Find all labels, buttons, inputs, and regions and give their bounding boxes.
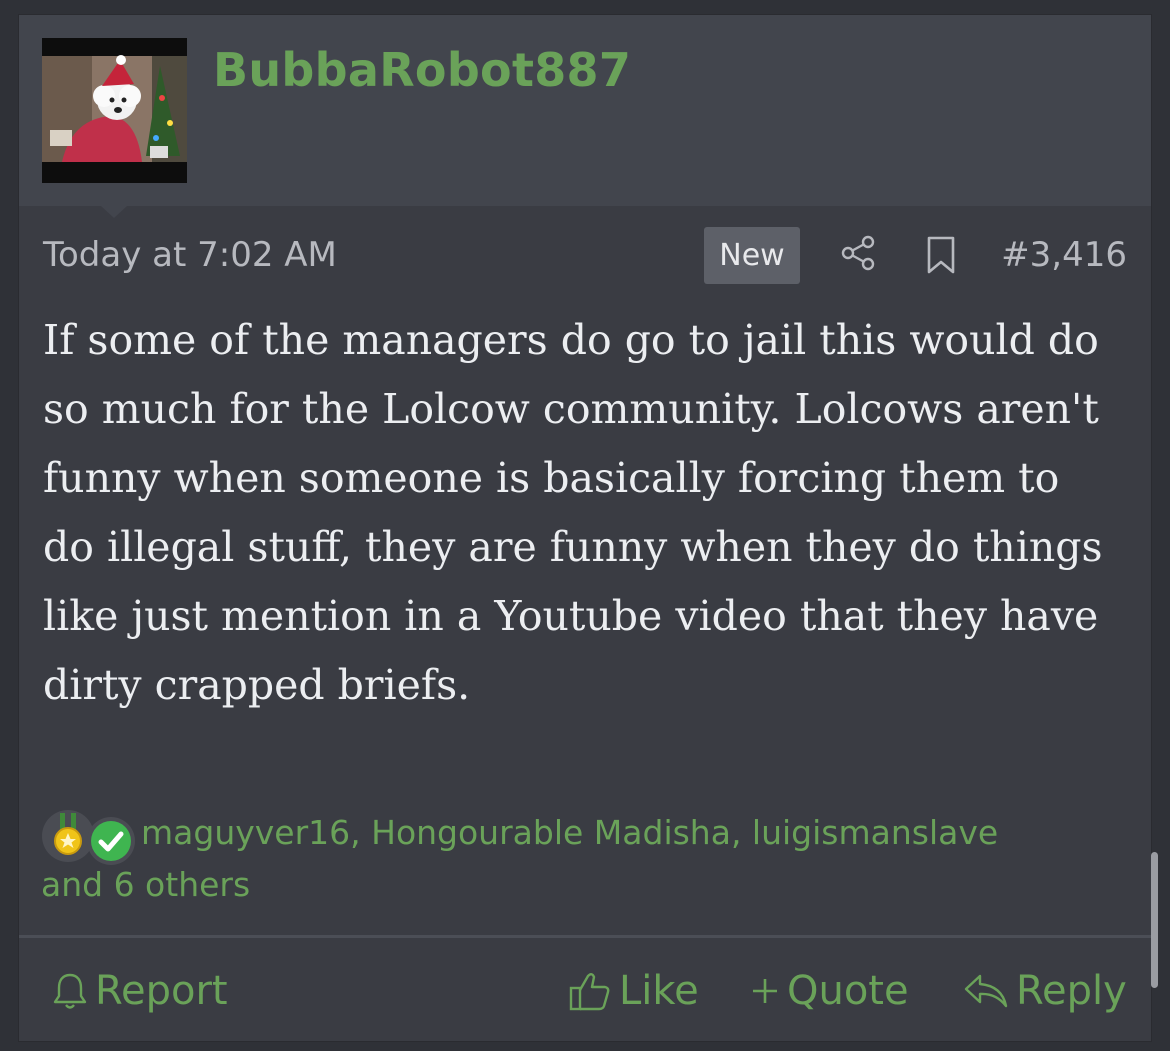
post-container: BubbaRobot887 Today at 7:02 AM New #3,41… <box>18 14 1152 1042</box>
reaction-icons <box>41 807 141 865</box>
header-arrow <box>101 206 127 218</box>
post-meta: Today at 7:02 AM New #3,416 <box>43 227 1127 287</box>
reaction-users[interactable]: maguyver16, Hongourable Madisha, luigism… <box>141 813 998 852</box>
bell-icon <box>53 973 87 1009</box>
report-label: Report <box>95 968 228 1014</box>
reactions-bar[interactable]: maguyver16, Hongourable Madisha, luigism… <box>41 807 1131 911</box>
reply-arrow-icon <box>964 974 1008 1008</box>
reaction-others[interactable]: and 6 others <box>41 865 250 904</box>
post-actions: Report Like Quote Reply <box>19 945 1151 1035</box>
post-body-text: If some of the managers do go to jail th… <box>43 316 1103 709</box>
quote-button[interactable]: Quote <box>749 963 909 1019</box>
divider <box>19 935 1151 938</box>
avatar[interactable] <box>42 38 187 183</box>
reply-label: Reply <box>1016 968 1127 1014</box>
reply-button[interactable]: Reply <box>962 963 1127 1019</box>
thumbs-up-icon <box>569 973 610 1011</box>
like-button[interactable]: Like <box>567 963 699 1019</box>
post-timestamp[interactable]: Today at 7:02 AM <box>43 235 337 275</box>
username[interactable]: BubbaRobot887 <box>213 43 631 97</box>
plus-icon <box>753 979 777 1003</box>
share-icon[interactable] <box>838 233 878 273</box>
scrollbar[interactable] <box>1151 852 1158 988</box>
user-header: BubbaRobot887 <box>19 15 1151 206</box>
quote-label: Quote <box>787 968 909 1014</box>
report-button[interactable]: Report <box>51 963 228 1019</box>
like-label: Like <box>619 968 699 1014</box>
checkmark-icon <box>87 817 135 865</box>
post-number[interactable]: #3,416 <box>1001 235 1127 275</box>
bookmark-icon[interactable] <box>923 235 959 275</box>
new-badge: New <box>704 227 800 284</box>
